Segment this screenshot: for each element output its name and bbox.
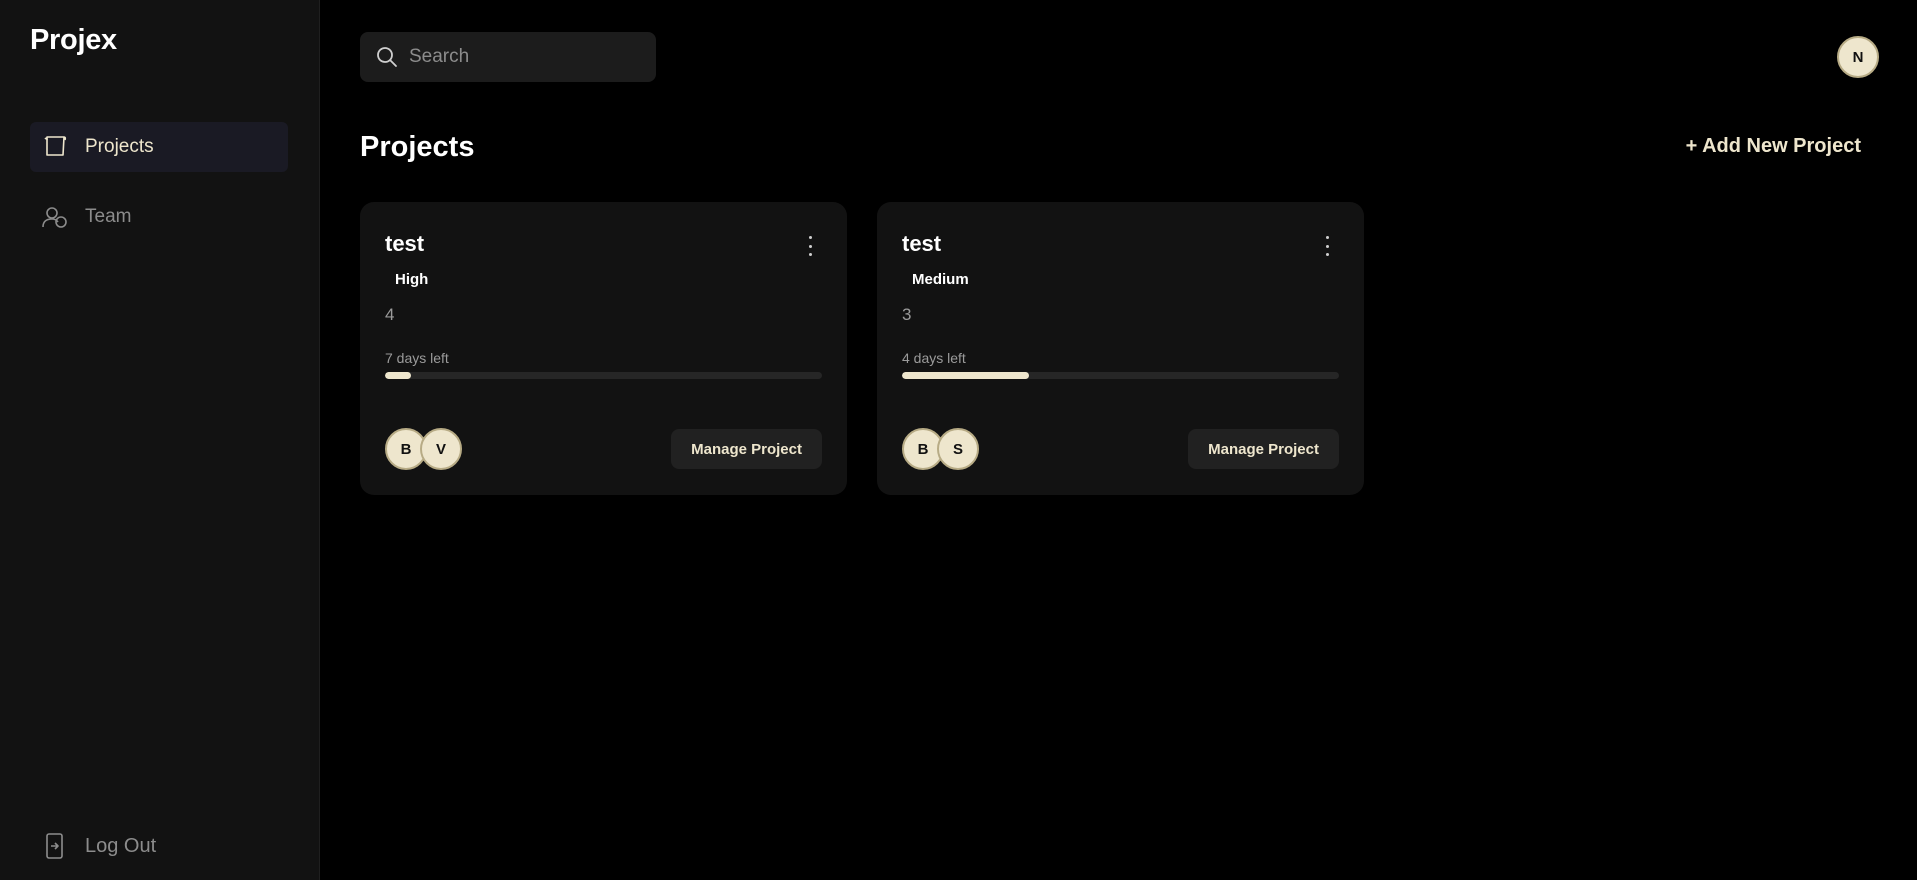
progress-bar <box>902 372 1339 379</box>
search-box[interactable] <box>360 32 656 82</box>
member-avatar: V <box>420 428 462 470</box>
project-count: 4 <box>385 305 395 324</box>
logout-button[interactable]: Log Out <box>30 828 156 864</box>
search-input[interactable] <box>409 46 639 68</box>
progress-bar <box>385 372 822 379</box>
sidebar-item-projects[interactable]: Projects <box>30 122 288 172</box>
logout-label: Log Out <box>85 834 157 857</box>
sidebar: Projex Projects Team Log Out <box>0 0 320 880</box>
project-card: test High 4 7 days left B V Manage Proje… <box>360 202 847 495</box>
projects-icon <box>40 132 70 162</box>
member-avatars: B V <box>385 428 462 470</box>
app-root: Projex Projects Team Log Out Search N Pr… <box>0 0 1917 880</box>
team-icon <box>40 202 70 232</box>
search-icon <box>375 45 399 69</box>
user-avatar[interactable]: N <box>1837 36 1879 78</box>
sidebar-item-label: Team <box>85 206 132 227</box>
project-count: 3 <box>902 305 912 324</box>
days-left: 7 days left <box>385 350 449 366</box>
card-footer: B S Manage Project <box>902 428 1339 470</box>
sidebar-item-label: Projects <box>85 136 154 157</box>
manage-project-button[interactable]: Manage Project <box>1188 429 1339 469</box>
sidebar-nav: Projects Team <box>30 122 288 262</box>
progress-fill <box>902 372 1029 379</box>
member-avatars: B S <box>902 428 979 470</box>
add-new-project-button[interactable]: + Add New Project <box>1686 135 1861 158</box>
priority-label: High <box>395 271 429 288</box>
more-options-icon[interactable] <box>1322 236 1332 256</box>
main-content: N Projects + Add New Project test High 4… <box>320 0 1917 880</box>
manage-project-button[interactable]: Manage Project <box>671 429 822 469</box>
page-title: Projects <box>360 131 475 163</box>
priority-label: Medium <box>912 271 969 288</box>
app-logo: Projex <box>30 24 117 56</box>
project-card: test Medium 3 4 days left B S Manage Pro… <box>877 202 1364 495</box>
more-options-icon[interactable] <box>805 236 815 256</box>
project-cards: test High 4 7 days left B V Manage Proje… <box>360 202 1364 495</box>
progress-fill <box>385 372 412 379</box>
project-title: test <box>902 231 942 256</box>
member-avatar: S <box>937 428 979 470</box>
days-left: 4 days left <box>902 350 966 366</box>
card-footer: B V Manage Project <box>385 428 822 470</box>
logout-icon <box>40 831 70 861</box>
project-title: test <box>385 231 425 256</box>
sidebar-item-team[interactable]: Team <box>30 192 288 242</box>
